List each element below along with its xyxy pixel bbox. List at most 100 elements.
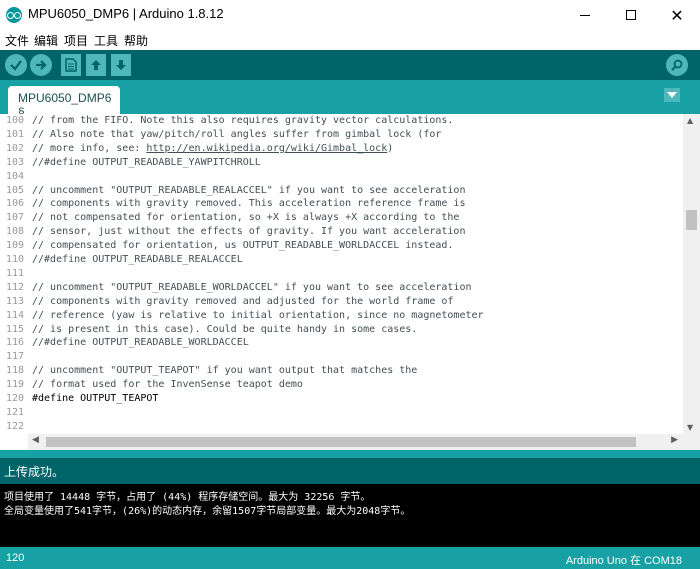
tab-mpu6050-dmp6[interactable]: MPU6050_DMP6 § bbox=[8, 86, 120, 119]
serial-monitor-button[interactable] bbox=[666, 54, 688, 76]
code-line[interactable]: 103 //#define OUTPUT_READABLE_YAWPITCHROL… bbox=[0, 156, 682, 170]
scroll-right-icon[interactable]: ▶ bbox=[671, 435, 678, 445]
code-editor[interactable]: 100 // from the FIFO. Note this also requ… bbox=[0, 114, 700, 450]
code-text-segment: #define OUTPUT_TEAPOT bbox=[32, 393, 159, 404]
horizontal-scroll-thumb[interactable] bbox=[46, 437, 636, 447]
code-text: // uncomment "OUTPUT_READABLE_REALACCEL"… bbox=[32, 184, 465, 198]
code-line[interactable]: 119 // format used for the InvenSense tea… bbox=[0, 378, 682, 392]
code-line[interactable]: 107 // not compensated for orientation, s… bbox=[0, 211, 682, 225]
cursor-line-number: 120 bbox=[6, 552, 25, 564]
console-line: 项目使用了 14448 字节，占用了 (44%) 程序存储空间。最大为 3225… bbox=[4, 492, 371, 503]
code-text-segment: ) bbox=[387, 142, 394, 154]
vertical-scrollbar[interactable]: ▲ ▼ bbox=[683, 114, 700, 434]
code-text: // not compensated for orientation, so +… bbox=[32, 211, 459, 225]
code-text: // reference (yaw is relative to initial… bbox=[32, 309, 484, 323]
minimize-icon bbox=[580, 14, 590, 16]
code-line[interactable]: 106 // components with gravity removed. T… bbox=[0, 197, 682, 211]
status-bar: 上传成功。 bbox=[0, 458, 700, 484]
code-text-segment: // compensated for orientation, us OUTPU… bbox=[32, 240, 454, 252]
menu-tools[interactable]: 工具 bbox=[94, 32, 118, 49]
code-line[interactable]: 117 bbox=[0, 350, 682, 364]
menu-sketch[interactable]: 项目 bbox=[64, 32, 88, 49]
close-button[interactable]: ✕ bbox=[654, 0, 700, 30]
code-line[interactable]: 114 // reference (yaw is relative to init… bbox=[0, 309, 682, 323]
code-text: // uncomment "OUTPUT_TEAPOT" if you want… bbox=[32, 364, 417, 378]
code-link[interactable]: http://en.wikipedia.org/wiki/Gimbal_lock bbox=[146, 143, 387, 154]
line-number: 108 bbox=[6, 226, 25, 238]
code-line[interactable]: 122 bbox=[0, 420, 682, 434]
code-text: // is present in this case). Could be qu… bbox=[32, 323, 417, 337]
upload-button[interactable] bbox=[30, 54, 52, 76]
scroll-left-icon[interactable]: ◀ bbox=[32, 435, 39, 445]
console-output: 项目使用了 14448 字节，占用了 (44%) 程序存储空间。最大为 3225… bbox=[0, 484, 700, 547]
code-text-segment: // is present in this case). Could be qu… bbox=[32, 323, 418, 335]
horizontal-scrollbar[interactable]: ◀ ▶ bbox=[28, 434, 682, 450]
code-line[interactable]: 104 bbox=[0, 170, 682, 184]
upload-icon bbox=[36, 60, 47, 70]
menu-file[interactable]: 文件 bbox=[5, 32, 29, 49]
code-line[interactable]: 116 //#define OUTPUT_READABLE_WORLDACCEL bbox=[0, 336, 682, 350]
open-button[interactable] bbox=[86, 54, 106, 76]
save-icon bbox=[116, 60, 126, 70]
code-line[interactable]: 111 bbox=[0, 267, 682, 281]
code-line[interactable]: 108 // sensor, just without the effects o… bbox=[0, 225, 682, 239]
code-text: // format used for the InvenSense teapot… bbox=[32, 378, 303, 392]
vertical-scroll-thumb[interactable] bbox=[686, 210, 697, 230]
line-number: 114 bbox=[6, 309, 25, 321]
code-text-segment: // format used for the InvenSense teapot… bbox=[32, 379, 303, 391]
verify-button[interactable] bbox=[5, 54, 27, 76]
chevron-down-icon bbox=[667, 92, 677, 98]
line-number: 110 bbox=[6, 254, 25, 265]
code-text-segment: // from the FIFO. Note this also require… bbox=[32, 115, 454, 126]
maximize-button[interactable] bbox=[608, 0, 654, 30]
tab-bar: MPU6050_DMP6 § bbox=[0, 80, 700, 119]
code-text-segment: // uncomment "OUTPUT_READABLE_REALACCEL"… bbox=[32, 184, 466, 196]
code-line[interactable]: 120 #define OUTPUT_TEAPOT bbox=[0, 392, 682, 406]
code-text: //#define OUTPUT_READABLE_YAWPITCHROLL bbox=[32, 156, 261, 170]
serial-monitor-icon bbox=[671, 59, 683, 71]
line-number: 111 bbox=[6, 267, 25, 279]
menu-edit[interactable]: 编辑 bbox=[34, 32, 58, 49]
code-line[interactable]: 105 // uncomment "OUTPUT_READABLE_REALACC… bbox=[0, 184, 682, 198]
code-line[interactable]: 115 // is present in this case). Could be… bbox=[0, 323, 682, 337]
tab-menu-button[interactable] bbox=[664, 88, 680, 102]
footer-bar: 120 Arduino Uno 在 COM18 bbox=[0, 547, 700, 569]
line-number: 106 bbox=[6, 198, 25, 210]
code-line[interactable]: 110 //#define OUTPUT_READABLE_REALACCEL bbox=[0, 253, 682, 267]
code-line[interactable]: 112 // uncomment "OUTPUT_READABLE_WORLDAC… bbox=[0, 281, 682, 295]
line-number: 122 bbox=[6, 420, 25, 432]
line-number: 120 bbox=[6, 393, 25, 404]
line-number: 102 bbox=[6, 142, 25, 154]
line-number: 112 bbox=[6, 281, 25, 293]
toolbar bbox=[0, 50, 700, 80]
code-text-segment: // uncomment "OUTPUT_TEAPOT" if you want… bbox=[32, 365, 418, 377]
code-text-segment: // reference (yaw is relative to initial… bbox=[32, 309, 484, 321]
line-number: 100 bbox=[6, 115, 25, 126]
code-line[interactable]: 109 // compensated for orientation, us OU… bbox=[0, 239, 682, 253]
line-number: 105 bbox=[6, 184, 25, 196]
title-bar: MPU6050_DMP6 | Arduino 1.8.12 ✕ bbox=[0, 0, 700, 30]
code-text: // Also note that yaw/pitch/roll angles … bbox=[32, 128, 441, 142]
editor-console-divider[interactable] bbox=[0, 450, 700, 458]
code-text-segment: // components with gravity removed and a… bbox=[32, 295, 454, 307]
verify-icon bbox=[10, 60, 22, 71]
menu-help[interactable]: 帮助 bbox=[124, 32, 148, 49]
save-button[interactable] bbox=[111, 54, 131, 76]
code-line[interactable]: 101 // Also note that yaw/pitch/roll angl… bbox=[0, 128, 682, 142]
code-line[interactable]: 118 // uncomment "OUTPUT_TEAPOT" if you w… bbox=[0, 364, 682, 378]
line-number: 107 bbox=[6, 212, 25, 224]
scroll-down-icon[interactable]: ▼ bbox=[687, 423, 693, 432]
code-text-segment: // uncomment "OUTPUT_READABLE_WORLDACCEL… bbox=[32, 281, 472, 293]
code-line[interactable]: 113 // components with gravity removed an… bbox=[0, 295, 682, 309]
minimize-button[interactable] bbox=[562, 0, 608, 30]
code-line[interactable]: 121 bbox=[0, 406, 682, 420]
code-text-segment: // sensor, just without the effects of g… bbox=[32, 226, 466, 238]
menu-bar: 文件 编辑 项目 工具 帮助 bbox=[0, 30, 700, 50]
line-number: 103 bbox=[6, 156, 25, 168]
code-line[interactable]: 100 // from the FIFO. Note this also requ… bbox=[0, 114, 682, 128]
code-line[interactable]: 102 // more info, see: http://en.wikipedi… bbox=[0, 142, 682, 156]
line-number: 121 bbox=[6, 406, 25, 418]
new-button[interactable] bbox=[61, 54, 81, 76]
scroll-up-icon[interactable]: ▲ bbox=[687, 116, 693, 125]
window-title: MPU6050_DMP6 | Arduino 1.8.12 bbox=[28, 6, 224, 21]
